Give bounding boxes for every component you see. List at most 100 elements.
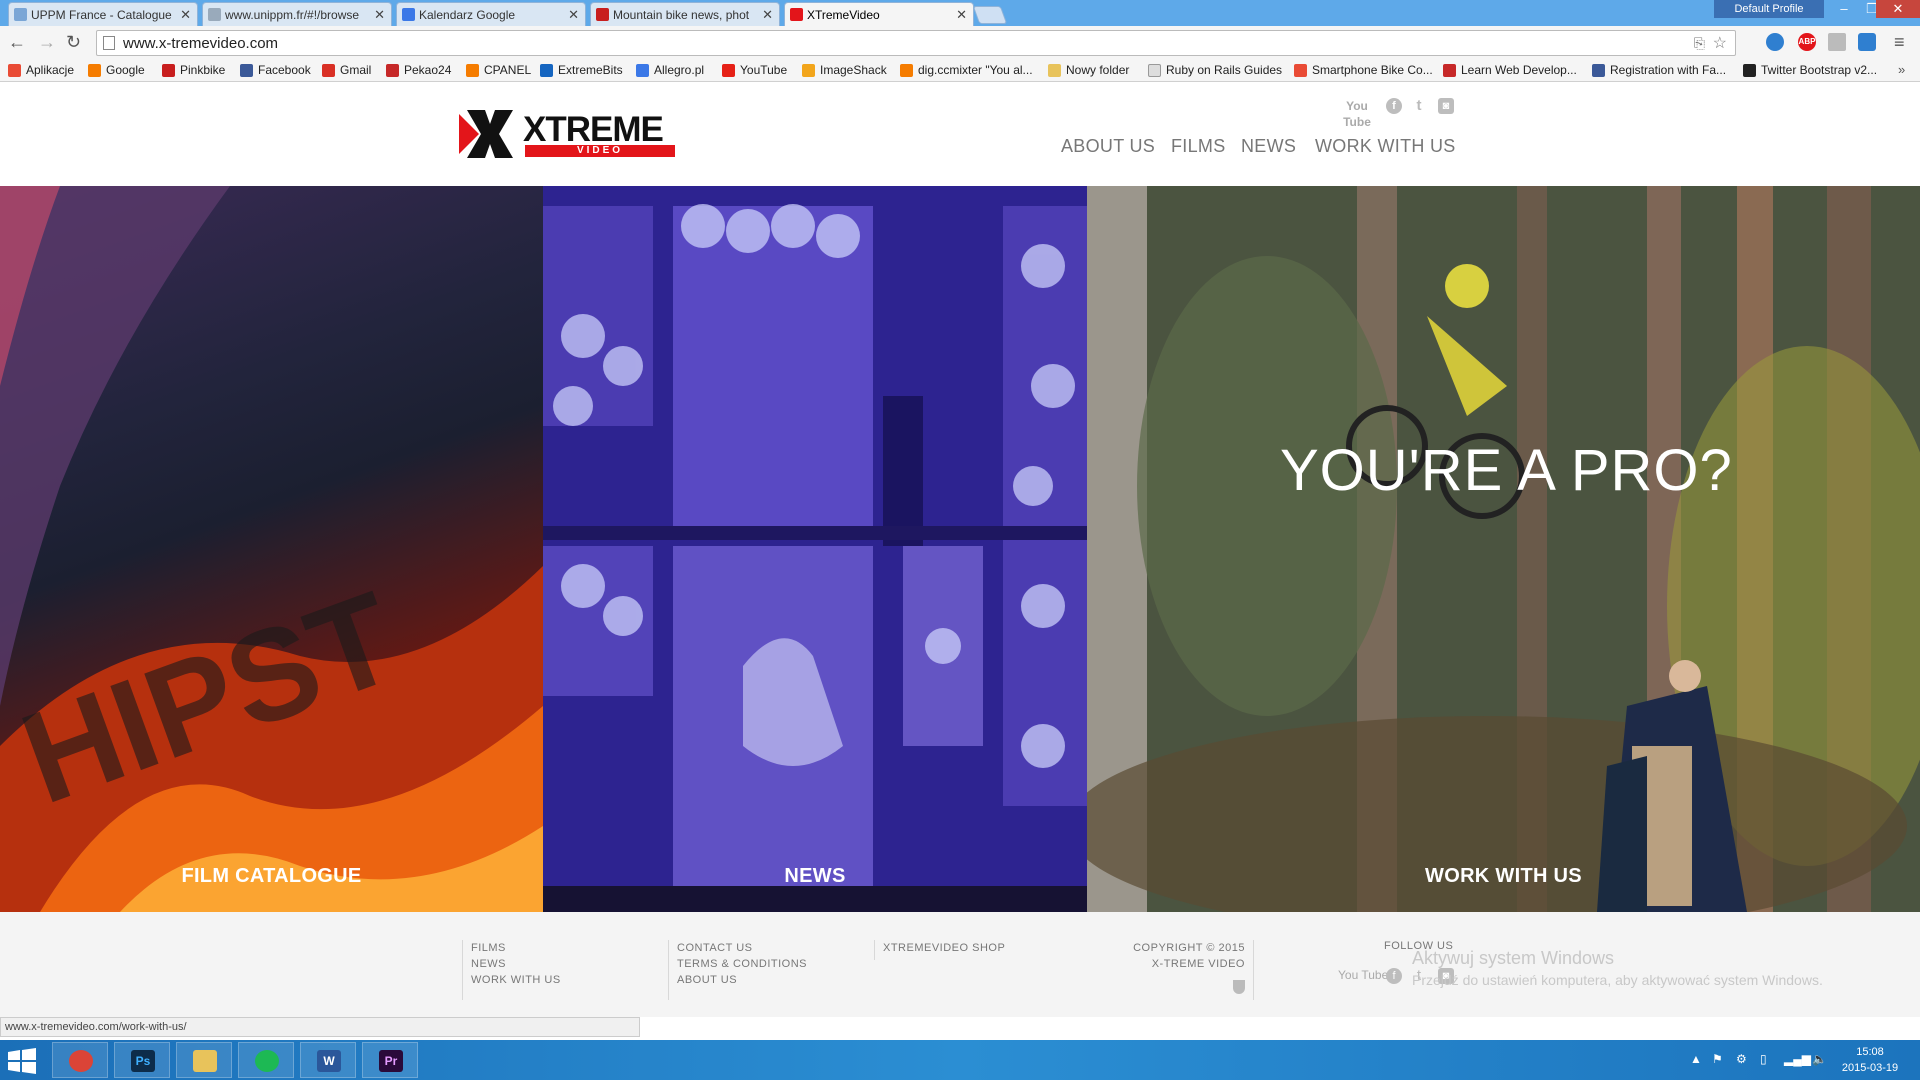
footer-facebook-icon[interactable]: f: [1386, 968, 1402, 984]
footer-link-terms[interactable]: TERMS & CONDITIONS: [677, 956, 807, 972]
more-bookmarks-icon[interactable]: »: [1898, 62, 1905, 77]
back-icon[interactable]: ←: [8, 32, 26, 53]
youtube-icon[interactable]: You Tube: [1338, 98, 1376, 129]
taskbar-chrome[interactable]: [52, 1042, 108, 1078]
taskbar-word[interactable]: W: [300, 1042, 356, 1078]
youtube-icon: [722, 64, 735, 77]
web-page: XTREME VIDEO You Tube f t ◙ ABOUT US FIL…: [0, 82, 1920, 1017]
footer-youtube-icon[interactable]: You Tube: [1338, 968, 1388, 982]
tray-expand-icon[interactable]: ▲: [1690, 1052, 1702, 1066]
footer-link-work-with-us[interactable]: WORK WITH US: [471, 972, 561, 988]
bookmark-allegro[interactable]: Allegro.pl: [636, 63, 704, 77]
bookmark-google[interactable]: Google: [88, 63, 145, 77]
spotify-icon: [255, 1050, 279, 1072]
new-tab-button[interactable]: [972, 6, 1008, 24]
tab-pinkbike[interactable]: Mountain bike news, phot ✕: [590, 2, 780, 26]
twitter-icon[interactable]: t: [1411, 98, 1427, 114]
close-icon[interactable]: ✕: [568, 7, 579, 23]
close-icon[interactable]: ✕: [762, 7, 773, 23]
bookmark-pinkbike[interactable]: Pinkbike: [162, 63, 225, 77]
bookmark-learn-web[interactable]: Learn Web Develop...: [1443, 63, 1577, 77]
bookmark-ccmixter[interactable]: dig.ccmixter "You al...: [900, 63, 1033, 77]
copyright-line: COPYRIGHT © 2015: [1133, 942, 1245, 954]
globe-extension-icon[interactable]: [1766, 33, 1784, 51]
bookmarks-bar: Aplikacje Google Pinkbike Facebook Gmail…: [0, 60, 1920, 82]
close-icon[interactable]: ✕: [180, 7, 191, 23]
tab-title: UPPM France - Catalogue: [31, 8, 172, 22]
tray-network-icon[interactable]: ▂▄▆: [1784, 1052, 1811, 1066]
windows-start-icon[interactable]: [8, 1048, 36, 1074]
bookmark-rails-guides[interactable]: Ruby on Rails Guides: [1148, 63, 1282, 77]
footer-link-about[interactable]: ABOUT US: [677, 972, 807, 988]
nav-news[interactable]: NEWS: [1241, 136, 1296, 157]
instagram-icon[interactable]: ◙: [1438, 98, 1454, 114]
footer-link-news[interactable]: NEWS: [471, 956, 561, 972]
footer-link-films[interactable]: FILMS: [471, 940, 561, 956]
web-dev-icon: [1443, 64, 1456, 77]
bookmark-youtube[interactable]: YouTube: [722, 63, 787, 77]
menu-icon[interactable]: ≡: [1894, 32, 1905, 53]
clock-time: 15:08: [1856, 1046, 1884, 1058]
panel-news[interactable]: NEWS: [543, 186, 1087, 912]
logo-subtext: VIDEO: [525, 145, 675, 157]
tab-title: Mountain bike news, phot: [613, 8, 750, 22]
panel-film-catalogue[interactable]: HIPST FILM CATALOGUE: [0, 186, 543, 912]
close-icon[interactable]: ✕: [956, 7, 967, 23]
panel-work-with-us[interactable]: WORK WITH US: [1087, 186, 1920, 912]
pekao-icon: [386, 64, 399, 77]
taskbar-explorer[interactable]: [176, 1042, 232, 1078]
allegro-icon: [636, 64, 649, 77]
facebook-icon[interactable]: f: [1386, 98, 1402, 114]
translate-icon[interactable]: ⎘: [1694, 35, 1705, 52]
bookmark-facebook[interactable]: Facebook: [240, 63, 311, 77]
photoshop-icon: Ps: [131, 1050, 155, 1072]
taskbar-spotify[interactable]: [238, 1042, 294, 1078]
taskbar-clock[interactable]: 15:08 2015-03-19: [1830, 1044, 1910, 1076]
bookmark-cpanel[interactable]: CPANEL: [466, 63, 531, 77]
copyright-company: X-TREME VIDEO: [1151, 958, 1245, 970]
profile-button[interactable]: Default Profile: [1714, 0, 1824, 18]
bookmark-bootstrap[interactable]: Twitter Bootstrap v2...: [1743, 63, 1877, 77]
taskbar-premiere[interactable]: Pr: [362, 1042, 418, 1078]
tab-favicon: [596, 8, 609, 21]
tab-xtremevideo[interactable]: XTremeVideo ✕: [784, 2, 974, 27]
tray-volume-icon[interactable]: 🔈: [1812, 1052, 1827, 1066]
address-bar[interactable]: www.x-tremevideo.com ⎘ ☆: [96, 30, 1736, 56]
bookmark-imageshack[interactable]: ImageShack: [802, 63, 887, 77]
nav-about-us[interactable]: ABOUT US: [1061, 136, 1155, 157]
close-icon[interactable]: ✕: [374, 7, 385, 23]
nav-work-with-us[interactable]: WORK WITH US: [1315, 136, 1456, 157]
taskbar-photoshop[interactable]: Ps: [114, 1042, 170, 1078]
bookmark-registration[interactable]: Registration with Fa...: [1592, 63, 1726, 77]
footer-link-shop[interactable]: XTREMEVIDEO SHOP: [883, 940, 1005, 956]
bookmark-smartphone-bike[interactable]: Smartphone Bike Co...: [1294, 63, 1433, 77]
bookmark-gmail[interactable]: Gmail: [322, 63, 371, 77]
nav-films[interactable]: FILMS: [1171, 136, 1226, 157]
bookmark-folder[interactable]: Nowy folder: [1048, 63, 1129, 77]
reload-icon[interactable]: ↻: [66, 32, 81, 53]
logo-x-icon: [459, 110, 513, 158]
news-image: [543, 186, 1087, 912]
download-extension-icon[interactable]: [1828, 33, 1846, 51]
bookmark-pekao24[interactable]: Pekao24: [386, 63, 451, 77]
minimize-icon[interactable]: –: [1830, 0, 1858, 18]
forward-icon[interactable]: →: [38, 32, 56, 53]
bookmark-apps[interactable]: Aplikacje: [8, 63, 74, 77]
work-with-us-image: [1087, 186, 1920, 912]
tray-settings-icon[interactable]: ⚙: [1736, 1052, 1747, 1066]
adblock-icon[interactable]: ABP: [1798, 33, 1816, 51]
hero-headline: YOU'RE A PRO?: [1280, 438, 1733, 503]
tab-google-calendar[interactable]: Kalendarz Google ✕: [396, 2, 586, 26]
close-window-icon[interactable]: ✕: [1876, 0, 1920, 18]
site-logo[interactable]: XTREME VIDEO: [459, 110, 675, 158]
tab-uppm[interactable]: UPPM France - Catalogue ✕: [8, 2, 198, 26]
tab-unippm[interactable]: www.unippm.fr/#!/browse ✕: [202, 2, 392, 26]
bookmark-extremebits[interactable]: ExtremeBits: [540, 63, 623, 77]
footer-col-info: CONTACT US TERMS & CONDITIONS ABOUT US: [668, 940, 807, 1000]
bookmark-star-icon[interactable]: ☆: [1713, 33, 1727, 53]
tray-flag-icon[interactable]: ⚑: [1712, 1052, 1723, 1066]
tray-battery-icon[interactable]: ▯: [1760, 1052, 1767, 1066]
vpn-extension-icon[interactable]: [1858, 33, 1876, 51]
tab-favicon: [14, 8, 27, 21]
footer-link-contact[interactable]: CONTACT US: [677, 940, 807, 956]
